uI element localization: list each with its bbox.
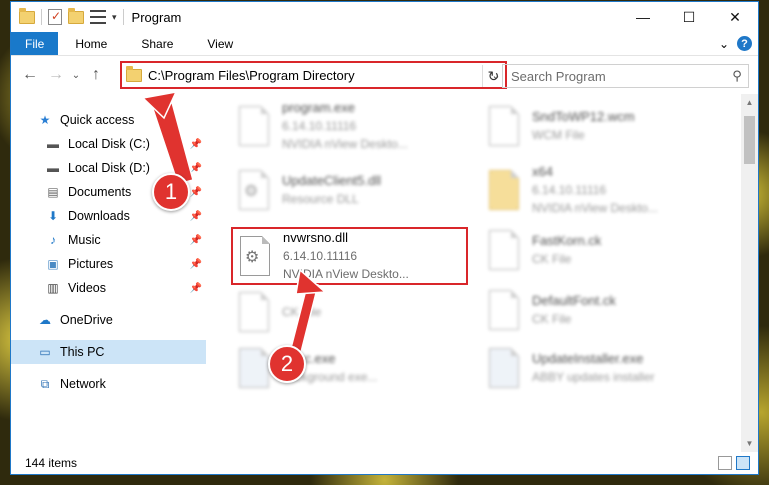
- callout-badge-1: 1: [152, 173, 190, 211]
- callout-badge-2: 2: [268, 345, 306, 383]
- arrow-2-head: [295, 268, 327, 295]
- annotation-arrows: [141, 91, 327, 358]
